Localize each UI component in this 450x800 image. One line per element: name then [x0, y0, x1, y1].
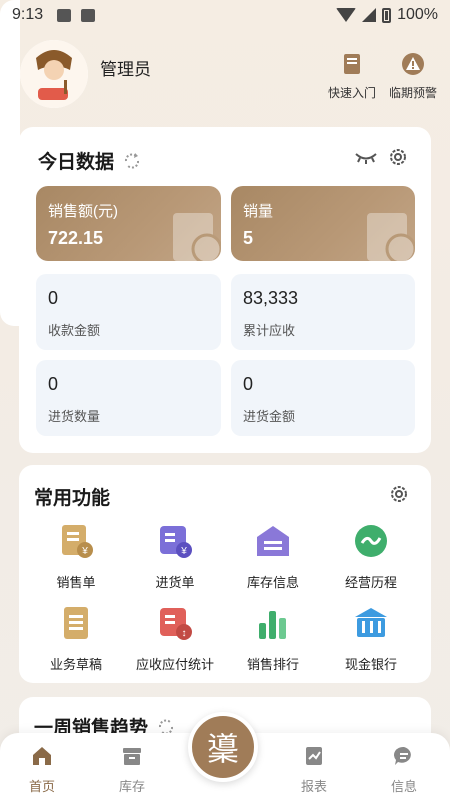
sales-amount-tile[interactable]: 销售额(元) 722.15 [36, 186, 221, 261]
receivable-label: 累计应收 [243, 323, 296, 338]
purchase-amount-value: 0 [243, 374, 254, 394]
purchase-amount-tile[interactable]: 0 进货金额 [231, 360, 415, 436]
ranking-icon [259, 611, 286, 639]
nav-inventory[interactable]: 库存 [102, 745, 162, 795]
func-label: 经营历程 [344, 575, 397, 590]
purchase-amount-label: 进货金额 [243, 409, 296, 424]
func-label: 业务草稿 [49, 657, 102, 672]
book-icon [344, 54, 360, 74]
nav-messages-label: 信息 [390, 779, 417, 794]
received-amount-label: 收款金额 [48, 323, 101, 338]
today-data-title-text: 今日数据 [38, 152, 115, 173]
func-label: 应收应付统计 [135, 657, 214, 672]
func-business-draft[interactable]: 业务草稿 [30, 605, 122, 673]
func-purchase-order[interactable]: ¥ 进货单 [129, 523, 221, 591]
center-logo-text: 䆃 [206, 730, 239, 768]
battery-percent: 100% [397, 6, 438, 23]
nav-home[interactable]: 首页 [12, 745, 72, 795]
purchase-qty-value: 0 [48, 374, 59, 394]
nav-reports[interactable]: 报表 [284, 745, 344, 795]
text-notification-icon [81, 8, 96, 22]
receivable-tile[interactable]: 83,333 累计应收 [231, 274, 415, 350]
signal-icon [362, 8, 377, 22]
purchase-order-icon: ¥ [160, 526, 192, 558]
battery-icon [382, 7, 392, 23]
func-business-history[interactable]: 经营历程 [325, 523, 417, 591]
functions-settings-gear-icon[interactable] [388, 483, 410, 505]
func-label: 销售单 [56, 575, 96, 590]
func-label: 库存信息 [246, 575, 299, 590]
bank-icon [355, 608, 387, 637]
received-amount-tile[interactable]: 0 收款金额 [36, 274, 221, 350]
func-label: 销售排行 [246, 657, 299, 672]
sales-amount-label: 销售额(元) [48, 203, 118, 220]
nav-inventory-label: 库存 [118, 779, 145, 794]
quick-entry-button[interactable]: 快速入门 [326, 51, 378, 101]
sales-amount-value: 722.15 [48, 228, 104, 248]
warehouse-icon [257, 526, 289, 556]
nav-reports-label: 报表 [300, 779, 327, 794]
home-icon [33, 747, 51, 765]
refresh-icon[interactable] [122, 151, 142, 171]
func-sales-order[interactable]: ¥ 销售单 [30, 523, 122, 591]
svg-text:¥: ¥ [180, 546, 187, 557]
status-time: 9:13 [12, 6, 44, 23]
func-cash-bank[interactable]: 现金银行 [325, 605, 417, 673]
func-inventory-info[interactable]: 库存信息 [227, 523, 319, 591]
purchase-qty-tile[interactable]: 0 进货数量 [36, 360, 221, 436]
draft-icon [64, 607, 88, 639]
report-icon [306, 747, 322, 765]
expiry-warning-label: 临期预警 [388, 86, 437, 100]
chat-icon [393, 746, 411, 765]
func-receivable-payable[interactable]: ↕ 应收应付统计 [129, 605, 221, 673]
money-doc-icon [367, 213, 415, 261]
sales-qty-label: 销量 [243, 203, 274, 220]
received-amount-value: 0 [48, 288, 59, 308]
header: 管理员 快速入门 临期预警 [0, 36, 450, 111]
nav-messages[interactable]: 信息 [374, 745, 434, 795]
center-logo-button[interactable]: 䆃 [188, 712, 258, 782]
svg-text:¥: ¥ [81, 546, 88, 557]
sales-qty-value: 5 [243, 228, 254, 248]
history-icon [355, 525, 387, 557]
expiry-warning-button[interactable]: 临期预警 [386, 51, 440, 101]
wifi-icon [336, 8, 357, 22]
receivable-value: 83,333 [243, 288, 299, 308]
receivable-payable-icon: ↕ [160, 608, 192, 640]
warning-icon [402, 53, 424, 75]
nav-home-label: 首页 [28, 779, 55, 794]
inventory-box-icon [123, 748, 141, 765]
money-doc-icon [173, 213, 221, 261]
status-bar: 9:13 100% [0, 0, 450, 30]
svg-text:↕: ↕ [182, 628, 187, 639]
avatar[interactable] [20, 40, 88, 108]
today-data-card: 今日数据 销售额(元) 722.15 销量 5 0 收款金额 83,333 累计… [19, 127, 431, 453]
func-sales-ranking[interactable]: 销售排行 [227, 605, 319, 673]
common-functions-card: 常用功能 ¥ 销售单 ¥ 进货单 库存信息 经营历程 业务草稿 ↕ 应收应付统计… [19, 465, 431, 683]
purchase-qty-label: 进货数量 [48, 409, 101, 424]
hide-data-eye-icon[interactable] [354, 149, 378, 165]
sales-qty-tile[interactable]: 销量 5 [231, 186, 415, 261]
image-notification-icon [57, 8, 72, 22]
func-label: 进货单 [155, 575, 195, 590]
sales-order-icon: ¥ [62, 525, 93, 558]
today-settings-gear-icon[interactable] [387, 146, 409, 168]
func-label: 现金银行 [344, 657, 397, 672]
quick-entry-label: 快速入门 [327, 86, 376, 100]
user-name: 管理员 [100, 60, 151, 79]
today-data-title: 今日数据 [38, 147, 142, 174]
common-functions-title: 常用功能 [34, 488, 111, 509]
